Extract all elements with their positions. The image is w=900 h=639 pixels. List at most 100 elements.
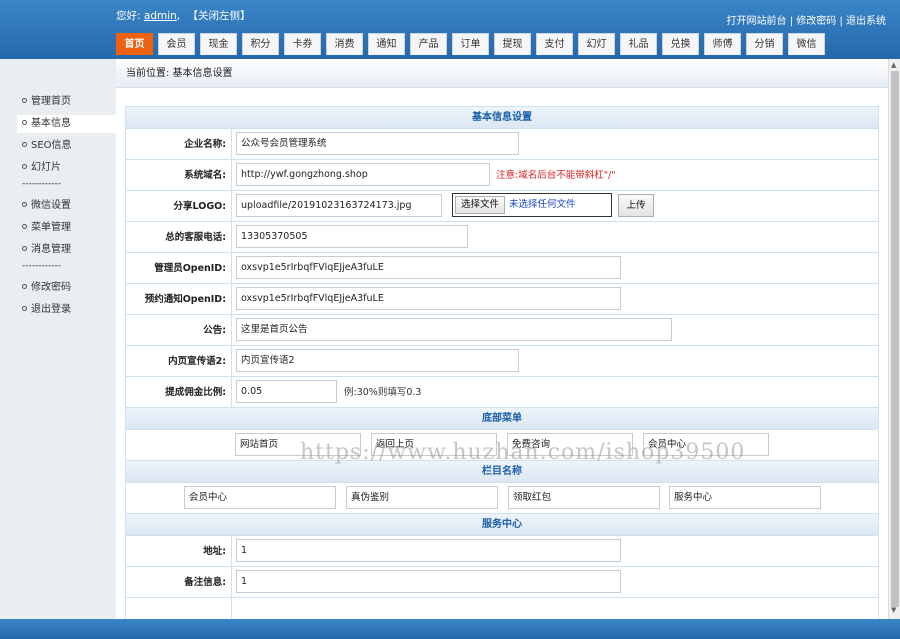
logout-link[interactable]: 退出系统 [846,16,886,27]
domain-label: 系统域名: [126,160,232,190]
slogan-input[interactable]: 内页宣传语2 [236,349,519,372]
remark-label: 备注信息: [126,567,232,597]
nav-tab-13[interactable]: 兑换 [662,33,699,55]
settings-form: 基本信息设置 企业名称: 公众号会员管理系统 系统域名: http://ywf.… [125,106,879,619]
section-basic-info: 基本信息设置 [126,107,878,129]
domain-input[interactable]: http://ywf.gongzhong.shop [236,163,490,186]
link-separator: | [789,16,794,27]
column-names-row: 会员中心 真伪鉴别 领取红包 服务中心 [126,483,878,514]
sidebar-item-label: 菜单管理 [31,222,71,233]
bullet-icon [22,98,27,103]
sidebar-item-label: 幻灯片 [31,162,61,173]
form-row-remark: 备注信息: 1 [126,567,878,598]
form-row-phone: 总的客服电话: 13305370505 [126,222,878,253]
nav-tab-15[interactable]: 分销 [746,33,783,55]
open-frontend-link[interactable]: 打开网站前台 [727,16,787,27]
notice-label: 公告: [126,315,232,345]
greeting: 您好: admin, 【关闭左侧】 [116,8,250,23]
nav-tab-6[interactable]: 通知 [368,33,405,55]
nav-tab-9[interactable]: 提现 [494,33,531,55]
address-input[interactable]: 1 [236,539,621,562]
form-row-empty [126,598,878,619]
vertical-scrollbar[interactable]: ▲ ▼ [888,59,900,619]
sidebar-item-6[interactable]: 消息管理 [17,241,117,259]
nav-tab-10[interactable]: 支付 [536,33,573,55]
upload-button[interactable]: 上传 [618,194,654,217]
choose-file-button[interactable]: 选择文件 [455,196,505,214]
bullet-icon [22,306,27,311]
nav-tab-8[interactable]: 订单 [452,33,489,55]
column-input-1[interactable]: 会员中心 [184,486,336,509]
bullet-icon [22,202,27,207]
sidebar-item-label: 退出登录 [31,304,71,315]
sidebar-item-7[interactable]: 修改密码 [17,279,117,297]
commission-input[interactable]: 0.05 [236,380,337,403]
nav-tab-2[interactable]: 现金 [200,33,237,55]
top-header: 您好: admin, 【关闭左侧】 打开网站前台 | 修改密码 | 退出系统 首… [0,0,900,59]
sidebar-item-5[interactable]: 菜单管理 [17,219,117,237]
scroll-up-icon[interactable]: ▲ [891,61,896,69]
sidebar-item-2[interactable]: SEO信息 [17,137,117,155]
commission-note: 例:30%则填写0.3 [344,387,422,398]
change-password-link[interactable]: 修改密码 [796,16,836,27]
bullet-icon [22,246,27,251]
close-left-link[interactable]: 【关闭左侧】 [187,10,250,22]
file-picker: 选择文件 未选择任何文件 [452,193,612,217]
scroll-down-icon[interactable]: ▼ [891,606,896,614]
form-row-logo: 分享LOGO: uploadfile/20191023163724173.jpg… [126,191,878,222]
phone-input[interactable]: 13305370505 [236,225,468,248]
address-label: 地址: [126,536,232,566]
nav-tab-3[interactable]: 积分 [242,33,279,55]
commission-label: 提成佣金比例: [126,377,232,407]
nav-tab-14[interactable]: 师傅 [704,33,741,55]
column-input-4[interactable]: 服务中心 [669,486,821,509]
bullet-icon [22,284,27,289]
company-input[interactable]: 公众号会员管理系统 [236,132,519,155]
bullet-icon [22,224,27,229]
logo-label: 分享LOGO: [126,191,232,221]
logo-path-input[interactable]: uploadfile/20191023163724173.jpg [236,194,442,217]
company-label: 企业名称: [126,129,232,159]
nav-tab-7[interactable]: 产品 [410,33,447,55]
phone-label: 总的客服电话: [126,222,232,252]
nav-tab-1[interactable]: 会员 [158,33,195,55]
form-row-slogan: 内页宣传语2: 内页宣传语2 [126,346,878,377]
main-content: 基本信息设置 企业名称: 公众号会员管理系统 系统域名: http://ywf.… [116,89,888,619]
nav-tab-16[interactable]: 微信 [788,33,825,55]
remark-input[interactable]: 1 [236,570,621,593]
form-row-notify-openid: 预约通知OpenID: oxsvp1e5rIrbqfFVlqEJjeA3fuLE [126,284,878,315]
sidebar-item-0[interactable]: 管理首页 [17,93,117,111]
sidebar-item-label: 基本信息 [31,118,71,129]
username-link[interactable]: admin [144,10,177,22]
column-input-3[interactable]: 领取红包 [508,486,660,509]
sidebar-item-3[interactable]: 幻灯片 [17,159,117,177]
sidebar-item-label: SEO信息 [31,140,72,151]
sidebar-item-8[interactable]: 退出登录 [17,301,117,319]
notice-input[interactable]: 这里是首页公告 [236,318,672,341]
sidebar-item-1[interactable]: 基本信息 [17,115,117,133]
column-input-2[interactable]: 真伪鉴别 [346,486,498,509]
form-row-commission: 提成佣金比例: 0.05 例:30%则填写0.3 [126,377,878,408]
notify-openid-input[interactable]: oxsvp1e5rIrbqfFVlqEJjeA3fuLE [236,287,621,310]
bullet-icon [22,164,27,169]
empty-label [126,598,232,619]
form-row-admin-openid: 管理员OpenID: oxsvp1e5rIrbqfFVlqEJjeA3fuLE [126,253,878,284]
nav-tab-12[interactable]: 礼品 [620,33,657,55]
sidebar-item-4[interactable]: 微信设置 [17,197,117,215]
sidebar-item-label: 修改密码 [31,282,71,293]
nav-tab-11[interactable]: 幻灯 [578,33,615,55]
greeting-prefix: 您好: [116,10,141,22]
domain-note: 注意:域名后台不能带斜杠"/" [496,170,616,181]
slogan-label: 内页宣传语2: [126,346,232,376]
link-separator: | [839,16,843,27]
nav-tab-0[interactable]: 首页 [116,33,153,55]
sidebar-separator: ------------ [22,179,61,189]
nav-tab-4[interactable]: 卡券 [284,33,321,55]
form-row-domain: 系统域名: http://ywf.gongzhong.shop 注意:域名后台不… [126,160,878,191]
scrollbar-thumb[interactable] [891,71,899,607]
admin-openid-input[interactable]: oxsvp1e5rIrbqfFVlqEJjeA3fuLE [236,256,621,279]
form-row-company: 企业名称: 公众号会员管理系统 [126,129,878,160]
nav-tab-5[interactable]: 消费 [326,33,363,55]
notify-openid-label: 预约通知OpenID: [126,284,232,314]
watermark-text: https://www.huzhan.com/ishop39500 [300,440,746,465]
